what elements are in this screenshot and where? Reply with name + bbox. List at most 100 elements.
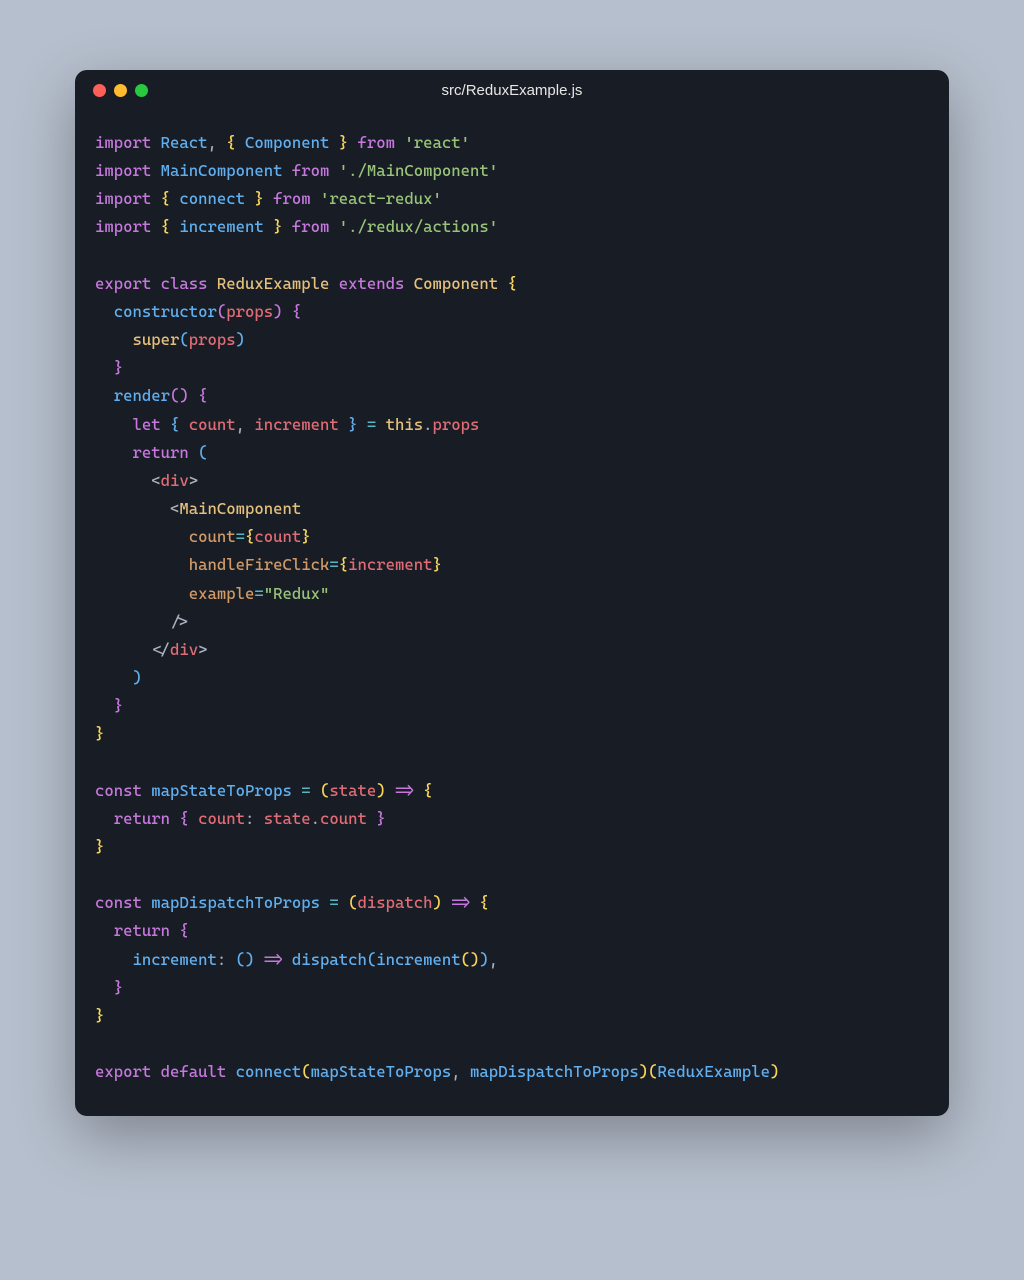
code-token: = — [329, 893, 338, 912]
code-token: ( — [217, 302, 226, 321]
code-token: ) — [470, 950, 479, 969]
code-token — [348, 133, 357, 152]
code-token — [358, 415, 367, 434]
code-token: increment — [376, 950, 460, 969]
code-token: ) — [236, 330, 245, 349]
code-content: import React, { Component } from 'react'… — [75, 111, 949, 1116]
code-token: increment — [179, 217, 263, 236]
code-line: count={count} — [95, 523, 929, 551]
code-line: export class ReduxExample extends Compon… — [95, 270, 929, 298]
code-token: ( — [198, 443, 207, 462]
code-line: import { connect } from 'react-redux' — [95, 185, 929, 213]
code-token: = — [236, 527, 245, 546]
code-token — [170, 921, 179, 940]
code-line: } — [95, 833, 929, 861]
code-token — [95, 978, 114, 997]
code-line — [95, 1030, 929, 1058]
code-token: ( — [648, 1062, 657, 1081]
code-token: { — [161, 217, 170, 236]
code-token: connect — [236, 1062, 302, 1081]
code-token — [283, 950, 292, 969]
code-token: count — [198, 809, 245, 828]
code-token — [329, 274, 338, 293]
code-token: this — [386, 415, 424, 434]
code-token: extends — [339, 274, 405, 293]
code-token: import — [95, 189, 151, 208]
code-token — [339, 893, 348, 912]
code-token: from — [292, 161, 330, 180]
maximize-icon[interactable] — [135, 84, 148, 97]
code-token: { — [161, 189, 170, 208]
code-token: super — [133, 330, 180, 349]
code-token — [95, 950, 133, 969]
code-token — [404, 274, 413, 293]
minimize-icon[interactable] — [114, 84, 127, 97]
code-token: => — [264, 950, 283, 969]
code-token — [283, 217, 292, 236]
code-token: ReduxExample — [217, 274, 330, 293]
code-token: . — [311, 809, 320, 828]
code-token — [367, 809, 376, 828]
code-token — [292, 781, 301, 800]
code-token: = — [254, 584, 263, 603]
code-token: mapStateToProps — [151, 781, 292, 800]
code-line: constructor(props) { — [95, 298, 929, 326]
code-token — [311, 189, 320, 208]
code-line: example="Redux" — [95, 580, 929, 608]
code-token: { — [198, 386, 207, 405]
code-token — [179, 415, 188, 434]
code-token — [95, 696, 114, 715]
code-token — [329, 161, 338, 180]
code-token: from — [358, 133, 396, 152]
code-token: ( — [461, 950, 470, 969]
code-token — [245, 189, 254, 208]
code-token: { — [508, 274, 517, 293]
code-token: Component — [414, 274, 498, 293]
code-token: from — [292, 217, 330, 236]
code-token: count — [189, 415, 236, 434]
code-token — [95, 584, 189, 603]
code-token — [395, 133, 404, 152]
code-line — [95, 242, 929, 270]
traffic-lights — [93, 84, 148, 97]
code-token — [95, 443, 133, 462]
code-line: } — [95, 974, 929, 1002]
code-token: return — [133, 443, 189, 462]
code-token: MainComponent — [161, 161, 283, 180]
code-token: : — [245, 809, 264, 828]
code-line: } — [95, 354, 929, 382]
code-line: } — [95, 692, 929, 720]
code-token: } — [114, 978, 123, 997]
code-line: } — [95, 720, 929, 748]
code-line: <div> — [95, 467, 929, 495]
code-token: increment — [254, 415, 338, 434]
code-token — [95, 555, 189, 574]
code-token — [236, 133, 245, 152]
code-token: dispatch — [292, 950, 367, 969]
close-icon[interactable] — [93, 84, 106, 97]
code-token: const — [95, 893, 142, 912]
code-token — [254, 950, 263, 969]
code-token — [311, 781, 320, 800]
code-line: export default connect(mapStateToProps, … — [95, 1058, 929, 1086]
code-token: div — [170, 640, 198, 659]
code-token: => — [451, 893, 470, 912]
code-token — [95, 302, 114, 321]
code-token: ) — [376, 781, 385, 800]
code-token — [95, 668, 133, 687]
code-token: { — [179, 809, 188, 828]
code-token: = — [329, 555, 338, 574]
code-token — [189, 443, 198, 462]
code-token: mapStateToProps — [311, 1062, 452, 1081]
code-token: } — [348, 415, 357, 434]
code-token: ReduxExample — [658, 1062, 771, 1081]
code-token: < — [151, 471, 160, 490]
code-token — [95, 612, 170, 631]
code-token — [95, 358, 114, 377]
code-token: } — [254, 189, 263, 208]
code-token — [151, 189, 160, 208]
code-token — [339, 415, 348, 434]
code-token — [170, 189, 179, 208]
code-token — [95, 415, 133, 434]
code-line: return { — [95, 917, 929, 945]
